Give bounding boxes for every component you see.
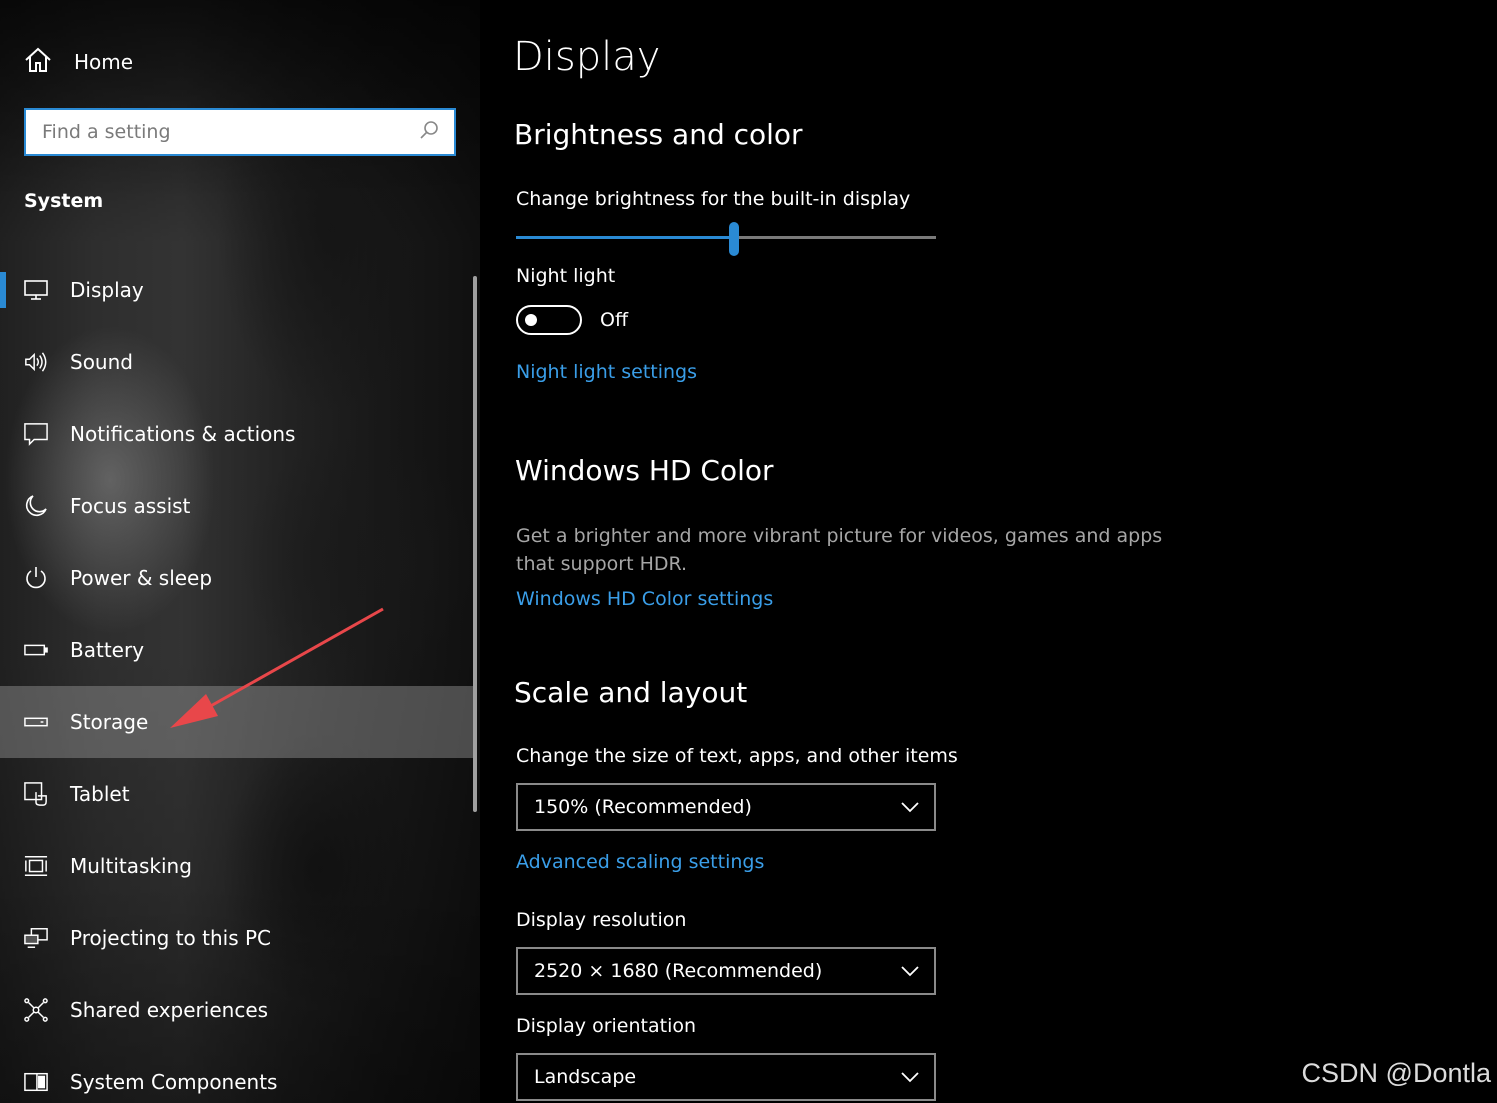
sidebar-item-label: Battery	[70, 638, 145, 662]
storage-icon	[24, 710, 48, 734]
sidebar-item-sound[interactable]: Sound	[0, 326, 476, 398]
sidebar-item-label: Focus assist	[70, 494, 191, 518]
sidebar-item-system-components[interactable]: System Components	[0, 1046, 476, 1103]
multitasking-icon	[24, 854, 48, 878]
night-light-settings-link[interactable]: Night light settings	[516, 361, 697, 383]
sidebar-scrollbar[interactable]	[473, 276, 477, 812]
orientation-label: Display orientation	[516, 1015, 697, 1037]
sidebar-item-label: Multitasking	[70, 854, 192, 878]
chevron-down-icon	[900, 962, 920, 981]
search-icon[interactable]	[418, 119, 440, 145]
hd-color-heading: Windows HD Color	[515, 454, 774, 487]
advanced-scaling-link[interactable]: Advanced scaling settings	[516, 851, 764, 873]
sidebar-nav: Display Sound Notifications & actions Fo…	[0, 254, 476, 1103]
resolution-label: Display resolution	[516, 909, 687, 931]
night-light-label: Night light	[516, 265, 616, 287]
hd-color-settings-link[interactable]: Windows HD Color settings	[516, 588, 773, 610]
slider-fill	[516, 236, 734, 239]
tablet-icon	[24, 782, 48, 806]
sidebar-item-shared-experiences[interactable]: Shared experiences	[0, 974, 476, 1046]
components-icon	[24, 1070, 48, 1094]
home-label: Home	[74, 50, 134, 74]
brightness-heading: Brightness and color	[514, 118, 803, 151]
moon-icon	[24, 494, 48, 518]
power-icon	[24, 566, 48, 590]
shared-icon	[24, 998, 48, 1022]
speaker-icon	[24, 350, 48, 374]
scale-size-dropdown[interactable]: 150% (Recommended)	[516, 783, 936, 831]
resolution-dropdown[interactable]: 2520 × 1680 (Recommended)	[516, 947, 936, 995]
sidebar-item-label: Tablet	[70, 782, 130, 806]
sidebar-item-label: Power & sleep	[70, 566, 213, 590]
dropdown-value: 2520 × 1680 (Recommended)	[534, 960, 823, 982]
orientation-dropdown[interactable]: Landscape	[516, 1053, 936, 1101]
toggle-knob	[525, 314, 537, 326]
sidebar-item-tablet[interactable]: Tablet	[0, 758, 476, 830]
sidebar-item-label: Projecting to this PC	[70, 926, 272, 950]
search-input[interactable]	[42, 121, 418, 143]
search-box[interactable]	[24, 108, 456, 156]
brightness-slider[interactable]	[516, 222, 936, 256]
notification-icon	[24, 422, 48, 446]
sidebar-item-label: Display	[70, 278, 144, 302]
sidebar-item-display[interactable]: Display	[0, 254, 476, 326]
sidebar-item-label: Shared experiences	[70, 998, 269, 1022]
sidebar-item-projecting[interactable]: Projecting to this PC	[0, 902, 476, 974]
dropdown-value: Landscape	[534, 1066, 637, 1088]
sidebar-item-label: Sound	[70, 350, 133, 374]
hd-color-description: Get a brighter and more vibrant picture …	[516, 525, 1163, 575]
chevron-down-icon	[900, 1068, 920, 1087]
sidebar-item-power-sleep[interactable]: Power & sleep	[0, 542, 476, 614]
scale-layout-heading: Scale and layout	[514, 676, 748, 709]
scale-size-label: Change the size of text, apps, and other…	[516, 745, 958, 767]
sidebar-item-storage[interactable]: Storage	[0, 686, 476, 758]
chevron-down-icon	[900, 798, 920, 817]
main-content: Display Brightness and color Change brig…	[480, 0, 1497, 1103]
slider-thumb[interactable]	[729, 222, 739, 256]
sidebar-item-label: Storage	[70, 710, 149, 734]
section-title: System	[24, 190, 104, 212]
sidebar-item-battery[interactable]: Battery	[0, 614, 476, 686]
sidebar-item-notifications[interactable]: Notifications & actions	[0, 398, 476, 470]
sidebar-item-label: Notifications & actions	[70, 422, 296, 446]
sidebar-item-multitasking[interactable]: Multitasking	[0, 830, 476, 902]
sidebar-item-focus-assist[interactable]: Focus assist	[0, 470, 476, 542]
monitor-icon	[24, 278, 48, 302]
battery-icon	[24, 638, 48, 662]
dropdown-value: 150% (Recommended)	[534, 796, 752, 818]
page-title: Display	[513, 34, 661, 80]
brightness-label: Change brightness for the built-in displ…	[516, 188, 911, 210]
home-link[interactable]: Home	[24, 44, 133, 80]
sidebar: Home System Display Sound Notific	[0, 0, 480, 1103]
night-light-toggle[interactable]	[516, 305, 582, 335]
home-icon	[24, 47, 52, 77]
projecting-icon	[24, 926, 48, 950]
night-light-state: Off	[600, 309, 629, 331]
sidebar-item-label: System Components	[70, 1070, 278, 1094]
watermark: CSDN @Dontla	[1301, 1058, 1491, 1088]
